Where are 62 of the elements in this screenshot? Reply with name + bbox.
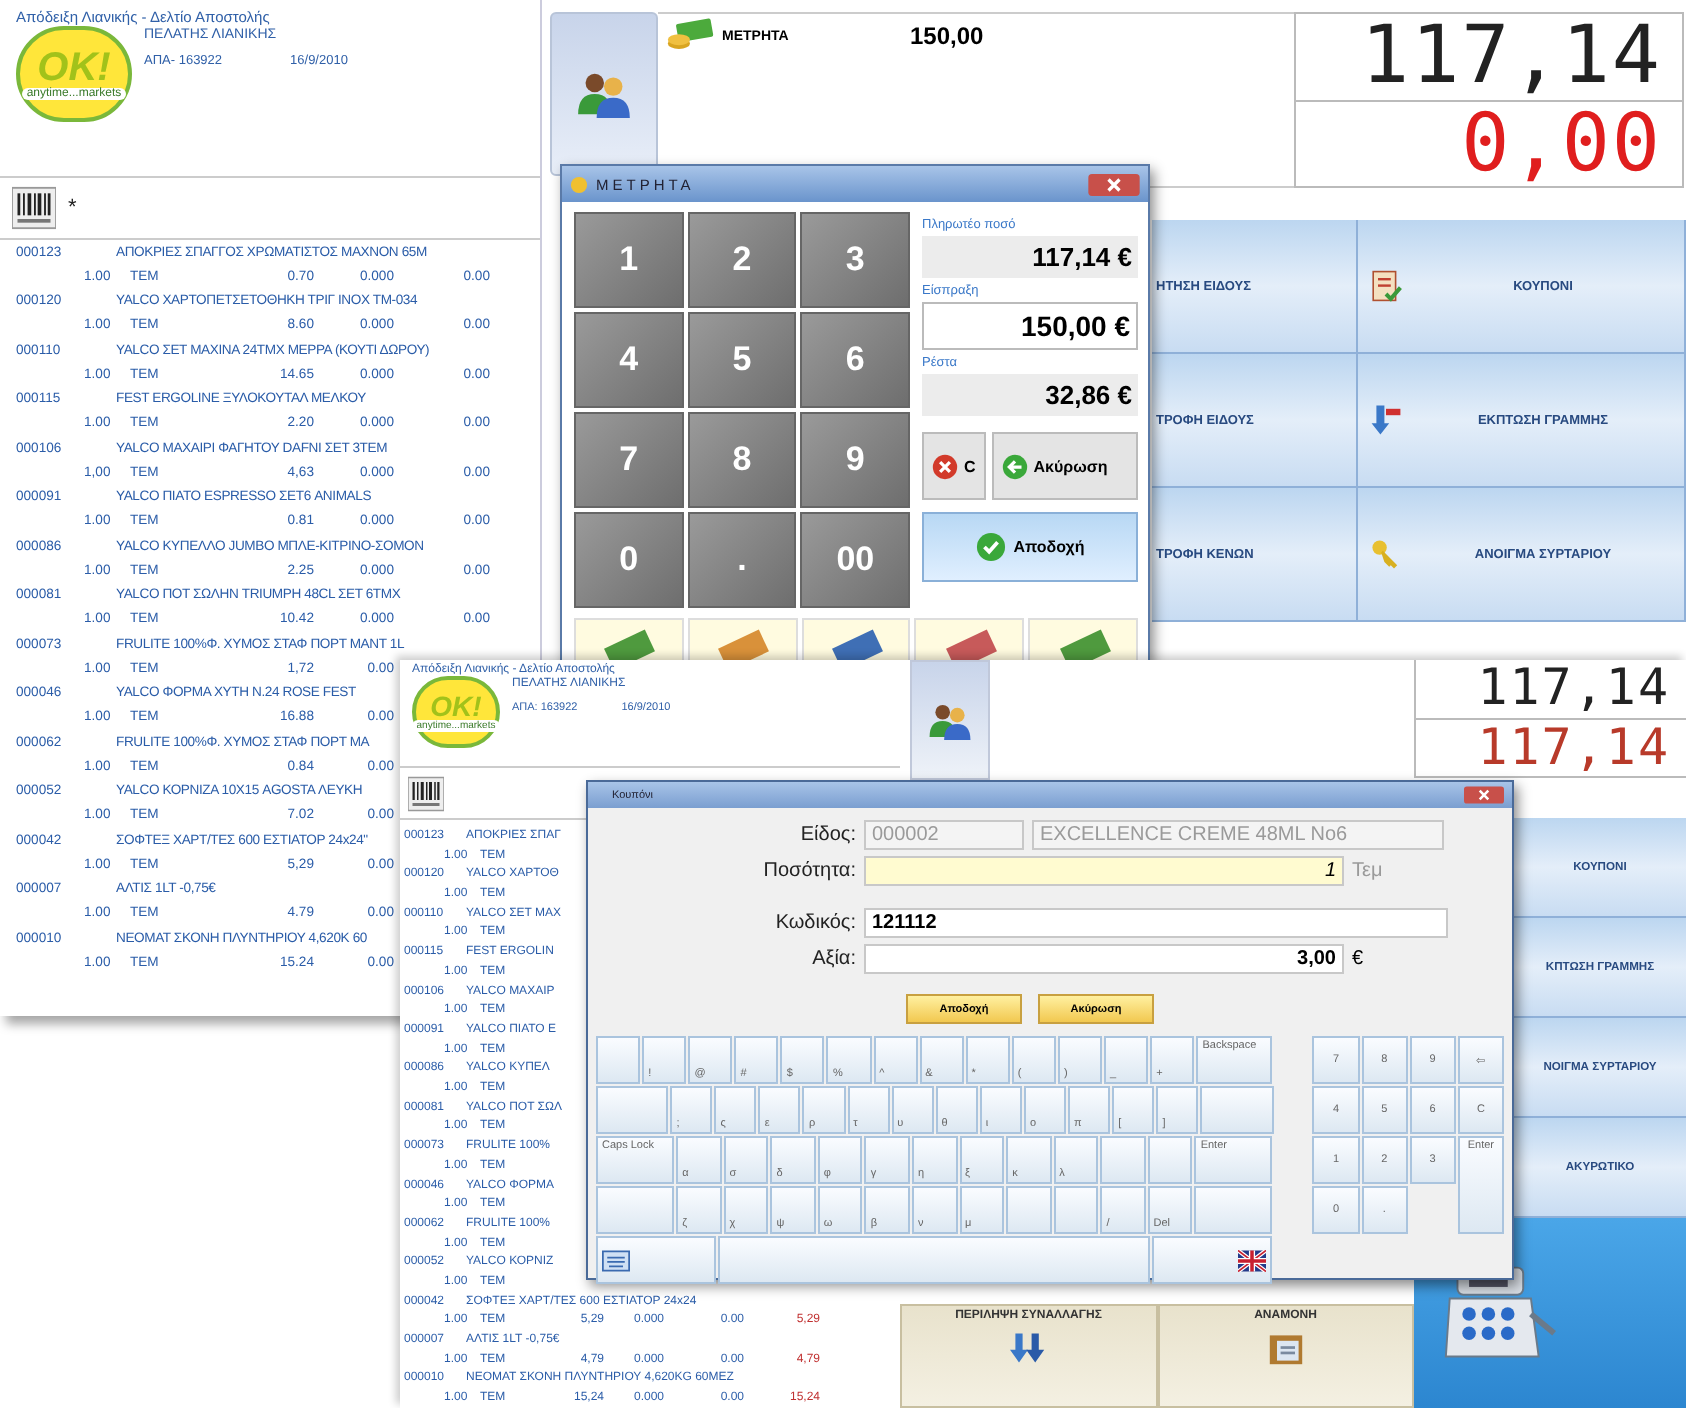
customer-button[interactable] [550, 12, 658, 176]
field-label: Ποσότητα: [761, 860, 856, 882]
arrows-icon [1010, 1330, 1047, 1366]
people-icon [576, 70, 632, 118]
currency-label: € [1352, 948, 1364, 970]
folder-icon [1267, 1330, 1304, 1366]
coin-icon [570, 175, 588, 193]
keypad-key[interactable]: 5 [687, 312, 797, 408]
unit-label: Τεμ [1352, 860, 1383, 882]
item-name-field: EXCELLENCE CREME 48ML No6 [1032, 820, 1444, 850]
field-label: Αξία: [810, 948, 856, 970]
keypad-key[interactable]: 3 [800, 212, 910, 308]
banknote-button[interactable] [801, 618, 911, 662]
arrow-down-icon [1370, 404, 1402, 436]
total-display: 117,14 [1359, 14, 1664, 100]
people-icon [928, 701, 972, 739]
keyboard-key[interactable] [596, 1236, 717, 1284]
close-icon[interactable] [1464, 786, 1504, 804]
keypad-key[interactable]: 2 [687, 212, 797, 308]
customer-button[interactable] [910, 660, 990, 780]
code-field[interactable]: 121112 [864, 908, 1448, 938]
banknote-button[interactable] [1028, 618, 1138, 662]
value-field[interactable]: 3,00 [864, 944, 1344, 974]
cancel-button[interactable]: Ακύρωση [991, 432, 1138, 500]
notepad-icon [1370, 270, 1402, 302]
quantity-field[interactable]: 1 [864, 856, 1344, 886]
keypad-key[interactable]: 00 [800, 512, 910, 608]
keypad-key[interactable]: 6 [800, 312, 910, 408]
received-field[interactable]: 150,00 € [922, 302, 1138, 350]
total-display: 117,14 [1475, 660, 1672, 717]
close-icon[interactable] [1088, 173, 1140, 195]
cash-icon [666, 18, 714, 54]
banknote-button[interactable] [574, 618, 684, 662]
amount-due: 117,14 € [922, 236, 1138, 278]
item-code-field: 000002 [864, 820, 1024, 850]
banknote-button[interactable] [914, 618, 1025, 662]
change-amount: 32,86 € [922, 374, 1138, 416]
keypad-key[interactable]: 1 [574, 212, 684, 308]
keyboard-icon [602, 1249, 630, 1271]
keypad-key[interactable]: 4 [574, 312, 684, 408]
banknote-button[interactable] [687, 618, 798, 662]
field-label: Είδος: [798, 824, 856, 846]
keypad-key[interactable]: 8 [687, 412, 797, 508]
change-display: 0,00 [1296, 100, 1682, 188]
key-icon [1370, 538, 1402, 570]
accept-button[interactable]: Αποδοχή [922, 512, 1138, 582]
barcode-icon[interactable] [408, 775, 444, 812]
keypad-key[interactable]: . [687, 512, 797, 608]
cancel-icon [932, 453, 958, 479]
paid-display: 117,14 [1416, 717, 1686, 776]
keypad-key[interactable]: 0 [574, 512, 684, 608]
barcode-icon[interactable] [12, 186, 56, 230]
payment-amount: 150,00 [910, 22, 984, 50]
keypad-key[interactable]: 7 [574, 412, 684, 508]
clear-button[interactable]: C [922, 432, 986, 500]
check-icon [975, 532, 1006, 562]
scan-field[interactable]: * [68, 196, 528, 220]
field-label: Κωδικός: [773, 912, 856, 934]
keyboard-key[interactable] [1151, 1236, 1273, 1284]
keypad-key[interactable]: 9 [800, 412, 910, 508]
flag-icon [1238, 1249, 1267, 1271]
back-arrow-icon [1001, 453, 1028, 479]
